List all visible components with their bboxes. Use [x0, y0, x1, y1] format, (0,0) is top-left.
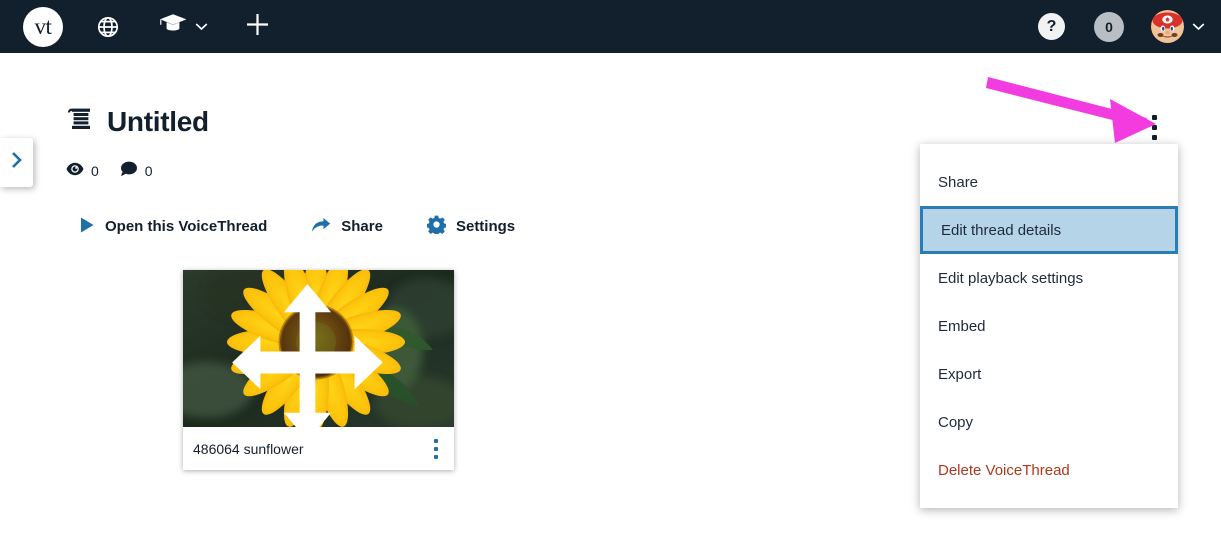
menu-item-embed[interactable]: Embed	[920, 302, 1178, 350]
menu-item-copy[interactable]: Copy	[920, 398, 1178, 446]
chevron-right-icon	[9, 150, 24, 175]
menu-item-export[interactable]: Export	[920, 350, 1178, 398]
thread-options-kebab-menu-icon[interactable]	[1147, 112, 1162, 143]
settings-button[interactable]: Settings	[426, 215, 516, 238]
open-voicethread-button[interactable]: Open this VoiceThread	[79, 216, 267, 238]
media-card[interactable]: 486064 sunflower	[183, 270, 454, 470]
add-button[interactable]	[244, 11, 271, 43]
menu-item-edit-playback-settings[interactable]: Edit playback settings	[920, 254, 1178, 302]
share-button[interactable]: Share	[311, 216, 383, 238]
globe-icon[interactable]	[96, 15, 120, 39]
help-button[interactable]: ?	[1038, 13, 1065, 40]
sidebar-expand-tab[interactable]	[0, 138, 33, 187]
menu-item-delete-voicethread[interactable]: Delete VoiceThread	[920, 446, 1178, 494]
menu-item-share[interactable]: Share	[920, 158, 1178, 206]
thread-options-menu: Share Edit thread details Edit playback …	[920, 144, 1178, 508]
views-count: 0	[91, 162, 99, 179]
top-navigation-bar: vt ? 0	[0, 0, 1221, 53]
open-voicethread-label: Open this VoiceThread	[105, 218, 268, 235]
chevron-down-icon	[195, 18, 208, 36]
comments-count: 0	[144, 162, 153, 179]
media-card-footer: 486064 sunflower	[183, 427, 454, 470]
courses-menu[interactable]	[158, 12, 208, 41]
thread-actions: Open this VoiceThread Share Settings	[79, 215, 515, 238]
settings-label: Settings	[455, 218, 516, 235]
media-card-title: 486064 sunflower	[193, 440, 304, 457]
voicethread-page: vt ? 0 Untitled 0 0 Open this VoiceThrea…	[0, 0, 1221, 538]
vt-logo[interactable]: vt	[23, 6, 63, 47]
thread-spool-icon	[66, 104, 94, 139]
notification-count-badge[interactable]: 0	[1094, 11, 1124, 42]
comments-stat: 0	[120, 161, 153, 180]
views-stat: 0	[66, 162, 99, 179]
eye-icon	[66, 162, 84, 179]
media-card-kebab-menu-icon[interactable]	[426, 434, 446, 464]
page-header: Untitled	[66, 104, 209, 139]
page-title: Untitled	[107, 105, 209, 137]
avatar	[1151, 10, 1184, 43]
sunflower-thumbnail[interactable]	[183, 270, 454, 427]
share-label: Share	[341, 218, 383, 235]
topbar-left-group: vt	[0, 6, 271, 47]
topbar-right-group: ? 0	[1038, 10, 1221, 43]
graduation-cap-icon	[158, 12, 188, 41]
move-arrows-icon[interactable]	[183, 284, 443, 427]
comment-bubble-icon	[120, 161, 138, 180]
account-menu[interactable]	[1151, 10, 1205, 43]
plus-icon	[244, 11, 271, 43]
thread-stats: 0 0	[66, 161, 153, 180]
share-arrow-icon	[311, 216, 331, 238]
menu-item-edit-thread-details[interactable]: Edit thread details	[920, 206, 1178, 254]
play-icon	[79, 216, 95, 238]
chevron-down-icon	[1192, 18, 1205, 36]
gear-icon	[426, 215, 447, 238]
